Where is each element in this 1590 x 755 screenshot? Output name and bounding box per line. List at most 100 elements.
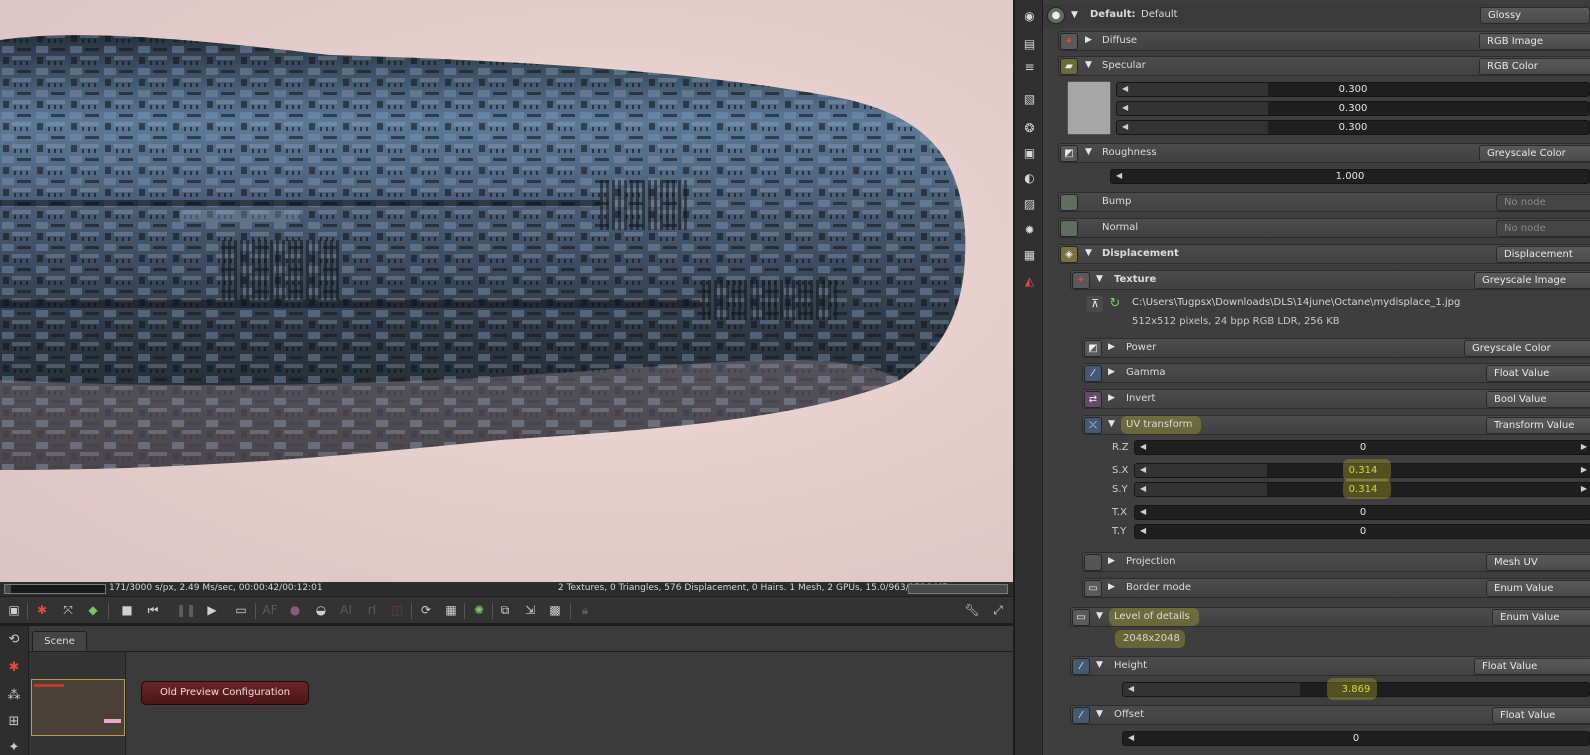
- level-of-details-value[interactable]: 2048x2048: [1123, 633, 1180, 644]
- light-icon[interactable]: ✹: [1021, 221, 1038, 238]
- reload-icon[interactable]: ↻: [1107, 296, 1123, 312]
- diffuse-type-dropdown[interactable]: RGB Image: [1479, 33, 1590, 50]
- border-mode-row[interactable]: ▭ ▶ Border mode Enum Value: [1082, 578, 1590, 598]
- roughness-type-dropdown[interactable]: Greyscale Color: [1479, 145, 1590, 162]
- texture-row[interactable]: ✦ ▼ Texture Greyscale Image: [1070, 270, 1590, 290]
- specular-color-swatch[interactable]: [1067, 81, 1111, 135]
- save-icon[interactable]: ▣: [6, 602, 22, 618]
- bump-row[interactable]: Bump No node: [1058, 192, 1590, 212]
- cube-icon[interactable]: ◆: [85, 602, 101, 618]
- level-of-details-type-dropdown[interactable]: Enum Value: [1492, 609, 1590, 626]
- render-viewport[interactable]: [0, 0, 1013, 582]
- displacement-type-dropdown[interactable]: Displacement: [1496, 246, 1590, 263]
- roughness-slider[interactable]: ◀ 1.000: [1110, 169, 1590, 184]
- collapse-icon[interactable]: ▼: [1096, 611, 1103, 621]
- collapse-icon[interactable]: ▼: [1071, 10, 1078, 20]
- roughness-row[interactable]: ◩ ▼ Roughness Greyscale Color: [1058, 143, 1590, 163]
- offset-slider[interactable]: ◀ 0: [1122, 731, 1590, 746]
- texture-type-dropdown[interactable]: Greyscale Image: [1474, 272, 1590, 289]
- height-type-dropdown[interactable]: Float Value: [1474, 658, 1590, 675]
- specular-b-slider[interactable]: ◀ 0.300: [1116, 120, 1590, 135]
- render-settings-icon[interactable]: ◉: [1021, 7, 1038, 24]
- lock-camera-icon[interactable]: ◒: [313, 602, 329, 618]
- grid-icon[interactable]: ⊞: [5, 712, 23, 730]
- picture-icon[interactable]: ▨: [1021, 195, 1038, 212]
- projection-type-dropdown[interactable]: Mesh UV: [1486, 554, 1590, 571]
- specular-type-dropdown[interactable]: RGB Color: [1479, 58, 1590, 75]
- level-of-details-row[interactable]: ▭ ▼ Level of details Enum Value: [1070, 607, 1590, 627]
- object-icon[interactable]: ◫: [389, 602, 405, 618]
- settings-icon[interactable]: ✦: [5, 738, 23, 755]
- display-icon[interactable]: ▣: [1021, 144, 1038, 161]
- gamma-type-dropdown[interactable]: Float Value: [1486, 365, 1590, 382]
- export-icon[interactable]: ⇲: [522, 602, 538, 618]
- nodes-icon[interactable]: ⁂: [5, 686, 23, 704]
- rz-slider[interactable]: ◀ ▶ 0: [1134, 440, 1590, 455]
- collapse-icon[interactable]: ▼: [1096, 660, 1103, 670]
- scene-settings-icon[interactable]: ❂: [1021, 119, 1038, 136]
- texture-icon[interactable]: ▦: [1021, 246, 1038, 263]
- diffuse-row[interactable]: ✦ ▶ Diffuse RGB Image: [1058, 31, 1590, 51]
- expand-icon[interactable]: ▶: [1108, 342, 1115, 352]
- expand-icon[interactable]: ▶: [1108, 556, 1115, 566]
- gamma-row[interactable]: ⁄ ▶ Gamma Float Value: [1082, 363, 1590, 383]
- collapse-icon[interactable]: ▼: [1096, 274, 1103, 284]
- af-icon[interactable]: AF: [262, 602, 278, 618]
- expand-icon[interactable]: ▶: [1085, 35, 1092, 45]
- offset-row[interactable]: ⁄ ▼ Offset Float Value: [1070, 705, 1590, 725]
- collapse-icon[interactable]: ▼: [1085, 147, 1092, 157]
- tab-scene[interactable]: Scene: [32, 631, 87, 651]
- stop-icon[interactable]: ■: [119, 602, 135, 618]
- wrench-icon[interactable]: 🔧︎: [964, 602, 980, 618]
- layers-icon[interactable]: ▤: [1021, 35, 1038, 52]
- scene-thumbnail[interactable]: [31, 679, 125, 736]
- specular-row[interactable]: ▰ ▼ Specular RGB Color: [1058, 56, 1590, 76]
- offset-type-dropdown[interactable]: Float Value: [1492, 707, 1590, 724]
- collapse-icon[interactable]: ▼: [1108, 419, 1115, 429]
- checker-icon[interactable]: ▩: [547, 602, 563, 618]
- image-icon[interactable]: ▧: [1021, 90, 1038, 107]
- lock-icon[interactable]: 🔒︎: [577, 602, 593, 618]
- focus-icon[interactable]: rI: [364, 602, 380, 618]
- material-type-dropdown[interactable]: Glossy: [1480, 7, 1590, 24]
- normal-type-dropdown[interactable]: No node: [1496, 220, 1590, 237]
- normal-row[interactable]: Normal No node: [1058, 218, 1590, 238]
- copy-icon[interactable]: ⧉: [497, 602, 513, 618]
- expand-icon[interactable]: ▶: [1108, 582, 1115, 592]
- old-preview-configuration-button[interactable]: Old Preview Configuration: [141, 681, 309, 705]
- restart-icon[interactable]: ⏮: [145, 602, 161, 618]
- material-icon[interactable]: ◭: [1021, 272, 1038, 289]
- monitor-icon[interactable]: ▭: [233, 602, 249, 618]
- uv-transform-row[interactable]: ⤫ ▼ UV transform Transform Value: [1082, 415, 1590, 435]
- spinner-icon[interactable]: ✺: [471, 602, 487, 618]
- border-mode-type-dropdown[interactable]: Enum Value: [1486, 580, 1590, 597]
- fullscreen-icon[interactable]: ⤢: [990, 602, 1006, 618]
- ty-slider[interactable]: ◀ 0: [1134, 524, 1590, 539]
- region-select-icon[interactable]: ▦: [443, 602, 459, 618]
- height-row[interactable]: ⁄ ▼ Height Float Value: [1070, 656, 1590, 676]
- refresh-icon[interactable]: ⟲: [5, 630, 23, 648]
- expand-icon[interactable]: ▶: [1108, 367, 1115, 377]
- expand-icon[interactable]: ▶: [1108, 393, 1115, 403]
- pause-icon[interactable]: ❚❚: [176, 602, 196, 618]
- tx-slider[interactable]: ◀ 0: [1134, 505, 1590, 520]
- uv-transform-type-dropdown[interactable]: Transform Value: [1486, 417, 1590, 434]
- world-icon[interactable]: ◐: [1021, 169, 1038, 186]
- specular-r-slider[interactable]: ◀ 0.300: [1116, 82, 1590, 97]
- render-region-icon[interactable]: ✱: [34, 602, 50, 618]
- invert-row[interactable]: ⇄ ▶ Invert Bool Value: [1082, 389, 1590, 409]
- invert-type-dropdown[interactable]: Bool Value: [1486, 391, 1590, 408]
- collapse-icon[interactable]: ▼: [1096, 709, 1103, 719]
- collapse-icon[interactable]: ▼: [1085, 60, 1092, 70]
- power-row[interactable]: ◩ ▶ Power Greyscale Color: [1082, 338, 1590, 358]
- play-icon[interactable]: ▶: [204, 602, 220, 618]
- open-file-icon[interactable]: ⊼: [1087, 296, 1103, 312]
- power-type-dropdown[interactable]: Greyscale Color: [1464, 340, 1590, 357]
- list-icon[interactable]: ≡: [1021, 58, 1038, 75]
- displacement-row[interactable]: ◈ ▼ Displacement Displacement: [1058, 244, 1590, 264]
- render-region-icon[interactable]: ✱: [5, 658, 23, 676]
- projection-row[interactable]: ▶ Projection Mesh UV: [1082, 552, 1590, 572]
- af-alt-icon[interactable]: AI: [338, 602, 354, 618]
- move-icon[interactable]: ⤧: [60, 602, 76, 618]
- collapse-icon[interactable]: ▼: [1085, 248, 1092, 258]
